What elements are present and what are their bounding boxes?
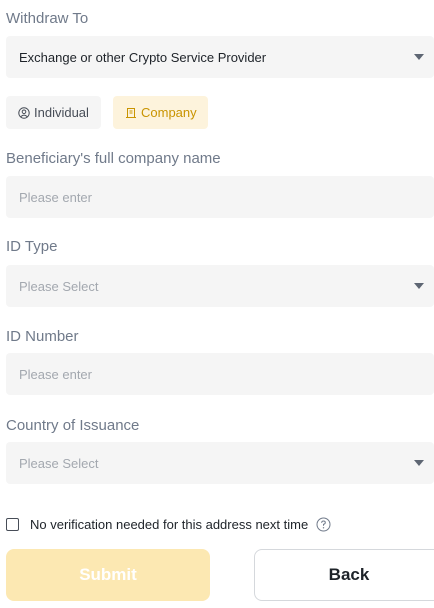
- help-circle-icon[interactable]: [316, 517, 331, 532]
- withdraw-to-label: Withdraw To: [6, 10, 89, 27]
- company-option[interactable]: Company: [113, 96, 208, 129]
- building-icon: [125, 107, 137, 119]
- withdraw-to-select[interactable]: Exchange or other Crypto Service Provide…: [6, 36, 434, 78]
- id-type-select[interactable]: Please Select: [6, 265, 434, 307]
- chevron-down-icon: [414, 54, 424, 60]
- company-name-field[interactable]: [6, 176, 434, 218]
- individual-option[interactable]: Individual: [6, 96, 101, 129]
- no-verification-row: No verification needed for this address …: [6, 515, 331, 533]
- individual-option-label: Individual: [34, 105, 89, 120]
- no-verification-label[interactable]: No verification needed for this address …: [30, 517, 308, 532]
- withdraw-to-value: Exchange or other Crypto Service Provide…: [19, 49, 267, 65]
- id-type-label: ID Type: [6, 238, 58, 255]
- company-name-label: Beneficiary's full company name: [6, 150, 221, 167]
- id-number-input[interactable]: [19, 366, 399, 382]
- chevron-down-icon: [414, 460, 424, 466]
- id-number-field[interactable]: [6, 353, 434, 395]
- chevron-down-icon: [414, 283, 424, 289]
- no-verification-checkbox[interactable]: [6, 517, 19, 531]
- country-label: Country of Issuance: [6, 417, 140, 434]
- company-option-label: Company: [141, 105, 197, 120]
- country-select[interactable]: Please Select: [6, 442, 434, 484]
- country-placeholder: Please Select: [19, 455, 99, 471]
- user-circle-icon: [18, 106, 30, 119]
- id-type-placeholder: Please Select: [19, 278, 99, 294]
- submit-button[interactable]: Submit: [6, 549, 210, 601]
- company-name-input[interactable]: [19, 189, 399, 205]
- back-button[interactable]: Back: [254, 549, 434, 601]
- id-number-label: ID Number: [6, 328, 79, 345]
